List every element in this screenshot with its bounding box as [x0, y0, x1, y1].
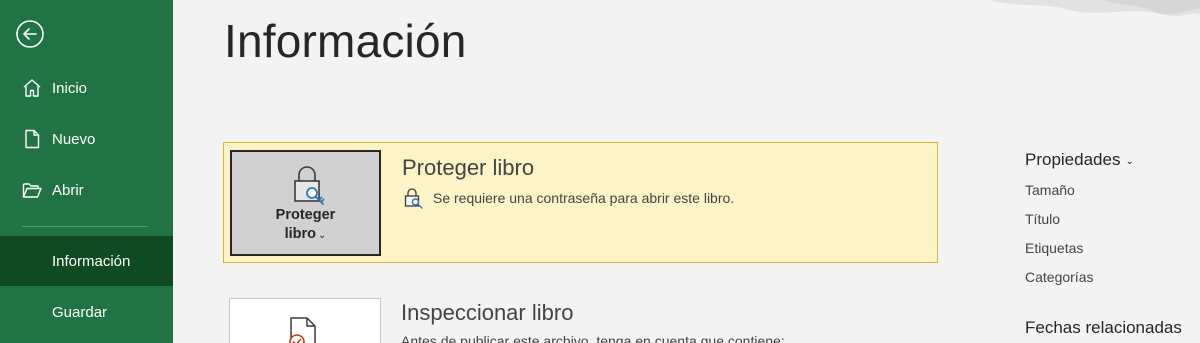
- sidebar-item-guardar[interactable]: Guardar: [0, 292, 173, 332]
- related-dates-heading: Fechas relacionadas: [1025, 318, 1182, 337]
- backstage-view: Inicio Nuevo Abrir Información Guardar I…: [0, 0, 1200, 343]
- header-decoration: [990, 0, 1200, 16]
- property-title: Título: [1025, 211, 1061, 227]
- protect-button-label-line1: Proteger: [275, 207, 336, 223]
- sidebar-item-inicio[interactable]: Inicio: [0, 68, 173, 108]
- page-title: Información: [224, 15, 467, 67]
- properties-list: Tamaño Título Etiquetas Categorías: [1025, 176, 1200, 292]
- chevron-down-icon: ⌄: [1125, 155, 1134, 167]
- sidebar-item-label: Guardar: [52, 303, 108, 321]
- protect-button-label-line2: libro: [284, 226, 317, 242]
- sidebar-item-abrir[interactable]: Abrir: [0, 170, 173, 210]
- inspect-description: Antes de publicar este archivo, tenga en…: [401, 333, 785, 343]
- protect-button-label: Proteger libro ⌄: [232, 206, 379, 245]
- property-size: Tamaño: [1025, 182, 1075, 198]
- property-tags: Etiquetas: [1025, 240, 1084, 256]
- back-button[interactable]: [14, 18, 46, 50]
- sidebar-item-label: Información: [52, 252, 131, 270]
- inspect-document-icon: [289, 317, 316, 343]
- new-document-icon: [21, 128, 43, 150]
- protect-heading: Proteger libro: [402, 155, 535, 180]
- inspect-workbook-button[interactable]: [229, 298, 381, 343]
- home-icon: [21, 77, 43, 99]
- chevron-down-icon: ⌄: [318, 230, 327, 241]
- protect-description-row: Se requiere una contraseña para abrir es…: [402, 187, 734, 209]
- properties-panel: Propiedades ⌄ Tamaño Título Etiquetas Ca…: [1025, 150, 1200, 292]
- protect-workbook-button[interactable]: Proteger libro ⌄: [230, 150, 381, 256]
- open-folder-icon: [21, 179, 43, 201]
- properties-dropdown[interactable]: Propiedades ⌄: [1025, 150, 1200, 170]
- properties-heading: Propiedades: [1025, 150, 1121, 169]
- property-categories: Categorías: [1025, 269, 1094, 285]
- protect-description: Se requiere una contraseña para abrir es…: [433, 190, 735, 206]
- back-arrow-icon: [16, 20, 44, 48]
- sidebar-item-nuevo[interactable]: Nuevo: [0, 119, 173, 159]
- main-content: Información Proteger libro ⌄ Proteger lib…: [173, 0, 1200, 343]
- sidebar-divider: [22, 226, 148, 227]
- sidebar-item-label: Nuevo: [52, 130, 96, 148]
- sidebar-item-label: Abrir: [52, 181, 84, 199]
- sidebar-item-informacion[interactable]: Información: [0, 236, 173, 286]
- inspect-heading: Inspeccionar libro: [401, 300, 574, 325]
- lock-key-small-icon: [404, 188, 423, 209]
- sidebar-item-label: Inicio: [52, 79, 88, 97]
- lock-key-icon: [294, 166, 325, 205]
- backstage-sidebar: Inicio Nuevo Abrir Información Guardar: [0, 0, 173, 343]
- protect-workbook-card: Proteger libro ⌄ Proteger libro Se requie…: [223, 142, 938, 263]
